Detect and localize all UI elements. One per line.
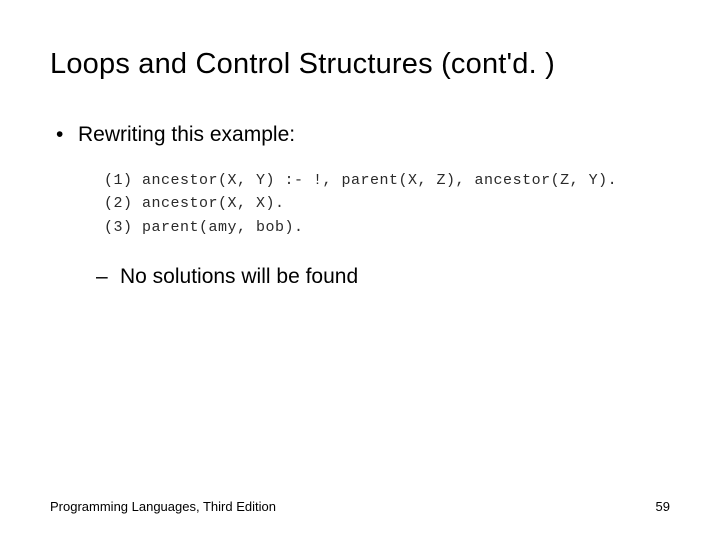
- slide: Loops and Control Structures (cont'd. ) …: [0, 0, 720, 540]
- bullet-dot: •: [56, 123, 78, 147]
- page-number: 59: [656, 499, 670, 514]
- bullet-dash: –: [96, 265, 120, 289]
- bullet-level1: • Rewriting this example:: [56, 123, 670, 147]
- bullet1-text: Rewriting this example:: [78, 123, 295, 147]
- code-line-2: (2) ancestor(X, X).: [104, 192, 670, 215]
- footer: Programming Languages, Third Edition 59: [50, 499, 670, 514]
- code-block: (1) ancestor(X, Y) :- !, parent(X, Z), a…: [104, 169, 670, 239]
- bullet2-text: No solutions will be found: [120, 265, 358, 289]
- slide-title: Loops and Control Structures (cont'd. ): [50, 48, 670, 81]
- code-line-3: (3) parent(amy, bob).: [104, 216, 670, 239]
- code-line-1: (1) ancestor(X, Y) :- !, parent(X, Z), a…: [104, 169, 670, 192]
- bullet-level2: – No solutions will be found: [96, 265, 670, 289]
- footer-left: Programming Languages, Third Edition: [50, 499, 276, 514]
